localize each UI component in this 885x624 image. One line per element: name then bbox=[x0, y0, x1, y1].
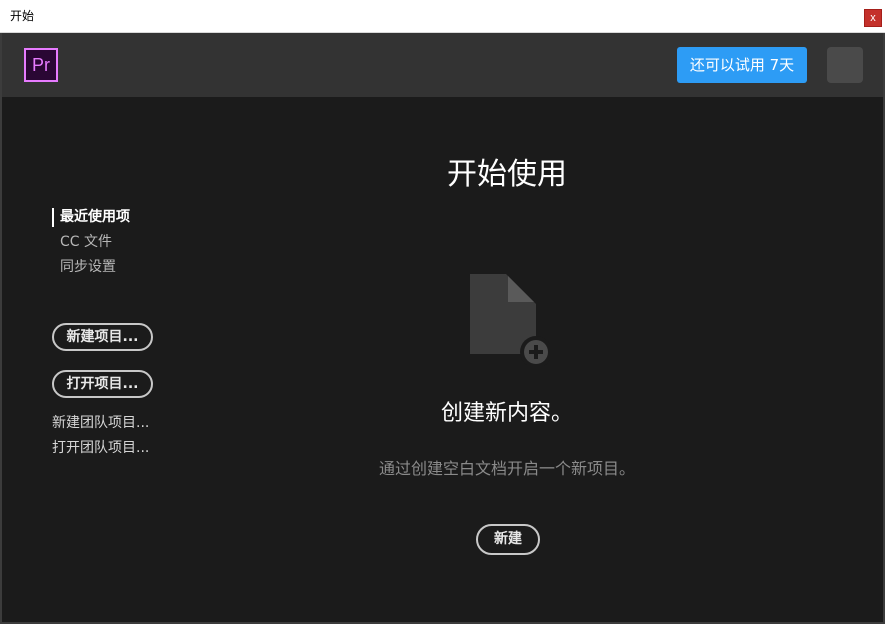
new-project-button[interactable]: 新建项目... bbox=[52, 323, 153, 351]
avatar[interactable] bbox=[827, 47, 863, 83]
premiere-logo: Pr bbox=[24, 48, 58, 82]
nav-item-cc-files[interactable]: CC 文件 bbox=[60, 232, 112, 252]
new-document-icon bbox=[468, 274, 552, 368]
nav-active-indicator bbox=[52, 208, 54, 227]
window-title: 开始 bbox=[10, 9, 35, 23]
page-title: 开始使用 bbox=[447, 157, 567, 192]
new-team-project-link[interactable]: 新建团队项目... bbox=[52, 413, 149, 433]
app-header: Pr 还可以试用 7天 bbox=[2, 33, 883, 97]
open-project-button[interactable]: 打开项目... bbox=[52, 370, 153, 398]
close-button[interactable]: x bbox=[864, 9, 882, 27]
nav-item-recent[interactable]: 最近使用项 bbox=[60, 207, 130, 227]
open-team-project-link[interactable]: 打开团队项目... bbox=[52, 438, 149, 458]
new-button[interactable]: 新建 bbox=[476, 524, 540, 555]
create-title: 创建新内容。 bbox=[440, 401, 573, 426]
nav-item-sync-settings[interactable]: 同步设置 bbox=[60, 257, 116, 277]
window-frame-left bbox=[0, 33, 2, 624]
trial-button[interactable]: 还可以试用 7天 bbox=[677, 47, 807, 83]
create-description: 通过创建空白文档开启一个新项目。 bbox=[378, 459, 635, 478]
title-bar: 开始 x bbox=[0, 0, 885, 33]
start-panel: 最近使用项 CC 文件 同步设置 新建项目... 打开项目... 新建团队项目.… bbox=[2, 97, 883, 622]
